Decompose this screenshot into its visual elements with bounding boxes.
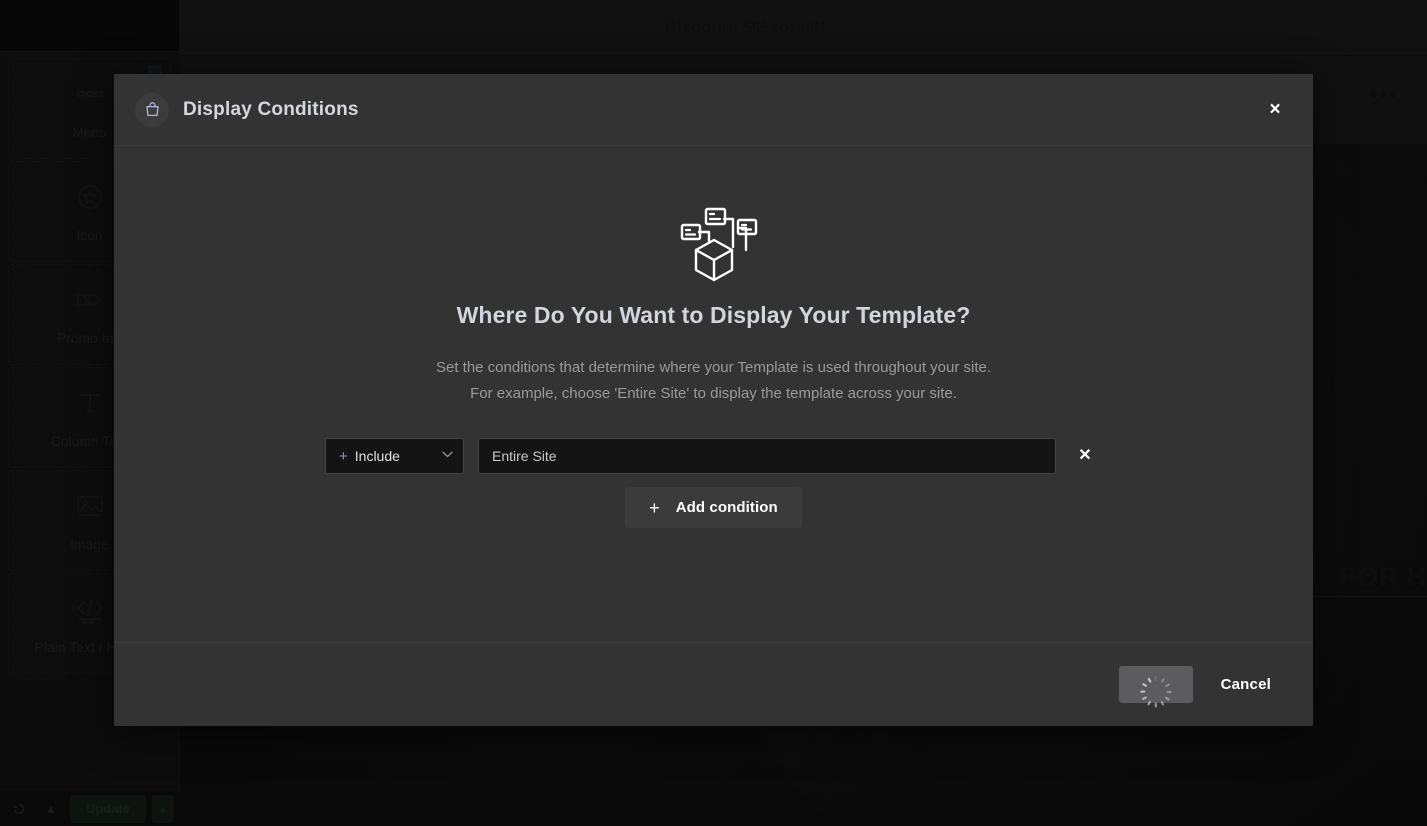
description-line-2: For example, choose 'Entire Site' to dis…	[470, 385, 957, 402]
condition-type-select[interactable]: + Include	[325, 438, 464, 474]
loading-spinner-icon	[1139, 675, 1172, 708]
plus-icon: +	[649, 497, 660, 518]
cancel-button[interactable]: Cancel	[1203, 666, 1289, 703]
add-condition-label: Add condition	[675, 499, 778, 516]
condition-value-input[interactable]: Entire Site	[478, 438, 1056, 474]
plus-icon: +	[339, 447, 348, 465]
modal-footer: Cancel	[114, 642, 1313, 726]
page-title: Where Do You Want to Display Your Templa…	[456, 302, 971, 328]
shopping-bag-icon	[135, 92, 169, 127]
add-condition-button[interactable]: + Add condition	[625, 487, 802, 528]
modal-header: Display Conditions ×	[114, 74, 1313, 146]
modal-description: Set the conditions that determine where …	[436, 355, 991, 407]
remove-condition-icon[interactable]: ✕	[1068, 439, 1102, 473]
close-icon[interactable]: ×	[1261, 96, 1289, 124]
condition-type-label: Include	[354, 448, 400, 464]
template-structure-icon	[666, 192, 762, 288]
chevron-down-icon	[442, 451, 453, 461]
modal-title: Display Conditions	[183, 98, 359, 120]
save-button[interactable]	[1118, 666, 1193, 708]
display-conditions-modal: Display Conditions × Where Do You Want t…	[114, 74, 1313, 726]
condition-row: + Include Entire Site ✕	[325, 438, 1102, 474]
description-line-1: Set the conditions that determine where …	[435, 359, 992, 376]
modal-body: Where Do You Want to Display Your Templa…	[114, 146, 1313, 642]
